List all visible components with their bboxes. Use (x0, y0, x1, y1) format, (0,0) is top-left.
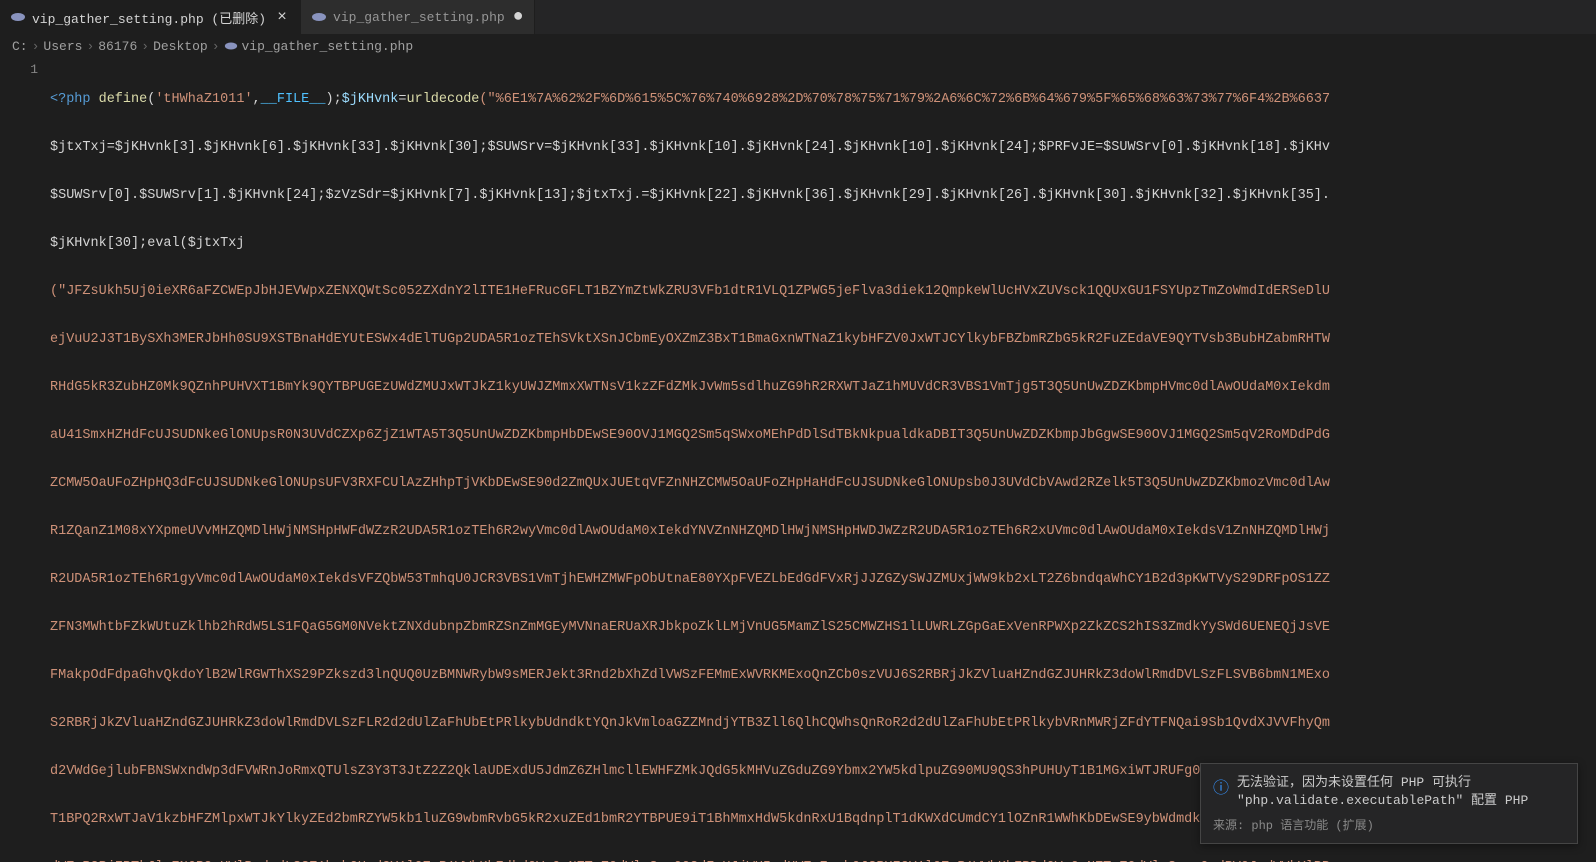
chevron-right-icon: › (141, 39, 149, 54)
code-line: <?php define('tHWhaZ1011',__FILE__);$jKH… (50, 91, 1596, 109)
chevron-right-icon: › (212, 39, 220, 54)
breadcrumb-item[interactable]: Users (43, 39, 82, 54)
php-icon (10, 9, 26, 25)
gutter: 1 (0, 57, 50, 862)
breadcrumb: C: › Users › 86176 › Desktop › vip_gathe… (0, 35, 1596, 57)
php-icon (311, 9, 327, 25)
tab-bar: vip_gather_setting.php (已删除) × vip_gathe… (0, 0, 1596, 35)
code-line: ZCMW5OaUFoZHpHQ3dFcUJSUDNkeGlONUpsUFV3RX… (50, 475, 1596, 493)
chevron-right-icon: › (86, 39, 94, 54)
tab-label: vip_gather_setting.php (333, 10, 505, 25)
chevron-right-icon: › (32, 39, 40, 54)
code-line: S2RBRjJkZVluaHZndGZJUHRkZ3doWlRmdDVLSzFL… (50, 715, 1596, 733)
notification-message: 无法验证，因为未设置任何 PHP 可执行 "php.validate.execu… (1237, 774, 1565, 810)
tab-file[interactable]: vip_gather_setting.php ● (301, 0, 534, 34)
line-number: 1 (0, 61, 38, 79)
code-line: RHdG5kR3ZubHZ0Mk9QZnhPUHVXT1BmYk9QYTBPUG… (50, 379, 1596, 397)
breadcrumb-item[interactable]: 86176 (98, 39, 137, 54)
notification-source: 来源: php 语言功能 (扩展) (1213, 816, 1565, 833)
code-line: FMakpOdFdpaGhvQkdoYlB2WlRGWThXS29PZkszd3… (50, 667, 1596, 685)
notification-toast[interactable]: ⓘ 无法验证，因为未设置任何 PHP 可执行 "php.validate.exe… (1200, 763, 1578, 844)
code-line: $SUWSrv[0].$SUWSrv[1].$jKHvnk[24];$zVzSd… (50, 187, 1596, 205)
code-content[interactable]: <?php define('tHWhaZ1011',__FILE__);$jKH… (50, 57, 1596, 862)
code-line: R2UDA5R1ozTEh6R1gyVmc0dlAwOUdaM0xIekdsVF… (50, 571, 1596, 589)
code-line: ZFN3MWhtbFZkWUtuZklhb2hRdW5LS1FQaG5GM0NV… (50, 619, 1596, 637)
close-icon[interactable]: × (274, 8, 290, 26)
tab-label: vip_gather_setting.php (已删除) (32, 8, 266, 27)
code-line: $jKHvnk[30];eval($jtxTxj (50, 235, 1596, 253)
code-line: ("JFZsUkh5Uj0ieXR6aFZCWEpJbHJEVWpxZENXQW… (50, 283, 1596, 301)
code-line: R1ZQanZ1M08xYXpmeUVvMHZQMDlHWjNMSHpHWFdW… (50, 523, 1596, 541)
code-line: $jtxTxj=$jKHvnk[3].$jKHvnk[6].$jKHvnk[33… (50, 139, 1596, 157)
breadcrumb-item[interactable]: vip_gather_setting.php (242, 39, 414, 54)
info-icon: ⓘ (1213, 774, 1229, 798)
code-line: ejVuU2J3T1BySXh3MERJbHh0SU9XSTBnaHdEYUtE… (50, 331, 1596, 349)
breadcrumb-item[interactable]: Desktop (153, 39, 208, 54)
breadcrumb-item[interactable]: C: (12, 39, 28, 54)
modified-icon: ● (513, 8, 524, 26)
tab-file-deleted[interactable]: vip_gather_setting.php (已删除) × (0, 0, 301, 34)
editor[interactable]: 1 <?php define('tHWhaZ1011',__FILE__);$j… (0, 57, 1596, 862)
php-icon (224, 39, 238, 53)
code-line: aU41SmxHZHdFcUJSUDNkeGlONUpsR0N3UVdCZXp6… (50, 427, 1596, 445)
